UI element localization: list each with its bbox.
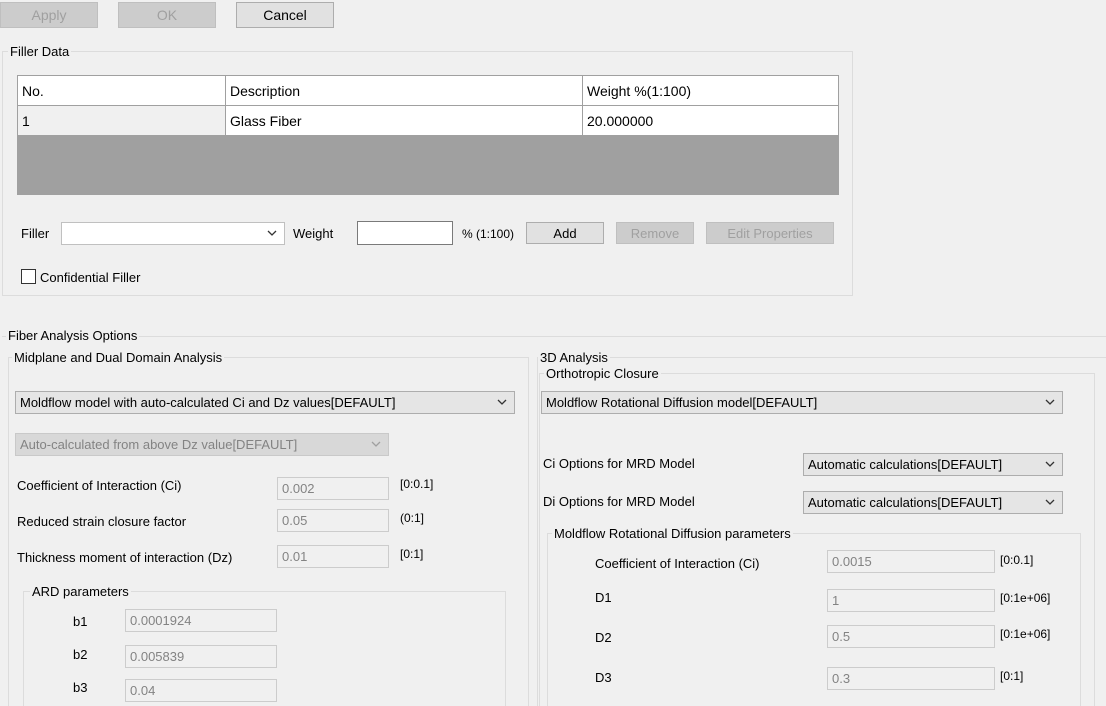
filler-data-legend: Filler Data xyxy=(8,44,72,59)
three-d-legend: 3D Analysis xyxy=(538,350,610,365)
confidential-checkbox[interactable] xyxy=(21,269,36,284)
apply-button[interactable]: Apply xyxy=(0,2,98,28)
d3-input[interactable]: 0.3 xyxy=(827,667,995,690)
closure-model-value: Moldflow Rotational Diffusion model[DEFA… xyxy=(546,395,818,410)
d1-input[interactable]: 1 xyxy=(827,589,995,612)
weight-label: Weight xyxy=(293,226,334,241)
col-header-no[interactable]: No. xyxy=(17,75,226,106)
chevron-down-icon xyxy=(1045,461,1055,467)
ci-range: [0:0.1] xyxy=(400,477,434,491)
d1-label: D1 xyxy=(595,590,612,605)
remove-button[interactable]: Remove xyxy=(616,222,694,244)
d2-label: D2 xyxy=(595,630,612,645)
filler-dropdown[interactable] xyxy=(61,222,285,245)
d2-input[interactable]: 0.5 xyxy=(827,625,995,648)
ci-options-label: Ci Options for MRD Model xyxy=(543,456,695,471)
fiber-options-separator xyxy=(2,336,1106,337)
cell-no[interactable]: 1 xyxy=(17,105,226,136)
ok-button[interactable]: OK xyxy=(118,2,216,28)
d1-range: [0:1e+06] xyxy=(1000,591,1051,605)
mrd-ci-input[interactable]: 0.0015 xyxy=(827,550,995,573)
orthotropic-legend: Orthotropic Closure xyxy=(544,366,661,381)
mrd-ci-label: Coefficient of Interaction (Ci) xyxy=(595,556,760,571)
di-options-label: Di Options for MRD Model xyxy=(543,494,695,509)
cancel-button[interactable]: Cancel xyxy=(236,2,334,28)
ci-options-value: Automatic calculations[DEFAULT] xyxy=(808,457,1003,472)
ci-options-dropdown[interactable]: Automatic calculations[DEFAULT] xyxy=(803,453,1063,476)
filler-label: Filler xyxy=(21,226,50,241)
chevron-down-icon xyxy=(1045,399,1055,405)
filler-table-area: No. Description Weight %(1:100) 1 Glass … xyxy=(17,75,839,195)
dz-source-value: Auto-calculated from above Dz value[DEFA… xyxy=(20,437,298,452)
ci-label: Coefficient of Interaction (Ci) xyxy=(17,478,182,493)
add-button[interactable]: Add xyxy=(526,222,604,244)
weight-unit: % (1:100) xyxy=(462,227,515,241)
rsc-label: Reduced strain closure factor xyxy=(17,514,187,529)
rsc-range: (0:1] xyxy=(400,511,425,525)
edit-properties-button[interactable]: Edit Properties xyxy=(706,222,834,244)
table-row[interactable]: 1 Glass Fiber 20.000000 xyxy=(17,105,839,136)
dz-label: Thickness moment of interaction (Dz) xyxy=(17,550,233,565)
chevron-down-icon xyxy=(1045,499,1055,505)
mrd-legend: Moldflow Rotational Diffusion parameters xyxy=(552,526,793,541)
confidential-label: Confidential Filler xyxy=(40,270,141,285)
midplane-model-dropdown[interactable]: Moldflow model with auto-calculated Ci a… xyxy=(15,391,515,414)
dz-range: [0:1] xyxy=(400,547,424,561)
b3-input[interactable]: 0.04 xyxy=(125,679,277,702)
di-options-value: Automatic calculations[DEFAULT] xyxy=(808,495,1003,510)
col-header-description[interactable]: Description xyxy=(225,75,583,106)
midplane-legend: Midplane and Dual Domain Analysis xyxy=(12,350,225,365)
col-header-weight[interactable]: Weight %(1:100) xyxy=(582,75,839,106)
chevron-down-icon xyxy=(267,230,277,236)
b2-label: b2 xyxy=(73,647,88,662)
cell-weight[interactable]: 20.000000 xyxy=(582,105,839,136)
weight-input[interactable] xyxy=(357,221,453,245)
dz-input[interactable]: 0.01 xyxy=(277,545,389,568)
dz-source-dropdown[interactable]: Auto-calculated from above Dz value[DEFA… xyxy=(15,433,389,456)
fiber-options-legend: Fiber Analysis Options xyxy=(6,328,140,343)
midplane-model-value: Moldflow model with auto-calculated Ci a… xyxy=(20,395,396,410)
ci-input[interactable]: 0.002 xyxy=(277,477,389,500)
b3-label: b3 xyxy=(73,680,88,695)
b1-input[interactable]: 0.0001924 xyxy=(125,609,277,632)
di-options-dropdown[interactable]: Automatic calculations[DEFAULT] xyxy=(803,491,1063,514)
cell-description[interactable]: Glass Fiber xyxy=(225,105,583,136)
mrd-ci-range: [0:0.1] xyxy=(1000,553,1034,567)
b1-label: b1 xyxy=(73,614,88,629)
b2-input[interactable]: 0.005839 xyxy=(125,645,277,668)
chevron-down-icon xyxy=(371,441,381,447)
filler-table: No. Description Weight %(1:100) 1 Glass … xyxy=(17,75,839,136)
d3-range: [0:1] xyxy=(1000,669,1024,683)
closure-model-dropdown[interactable]: Moldflow Rotational Diffusion model[DEFA… xyxy=(541,391,1063,414)
rsc-input[interactable]: 0.05 xyxy=(277,509,389,532)
d2-range: [0:1e+06] xyxy=(1000,627,1051,641)
d3-label: D3 xyxy=(595,670,612,685)
ard-legend: ARD parameters xyxy=(30,584,131,599)
chevron-down-icon xyxy=(497,399,507,405)
